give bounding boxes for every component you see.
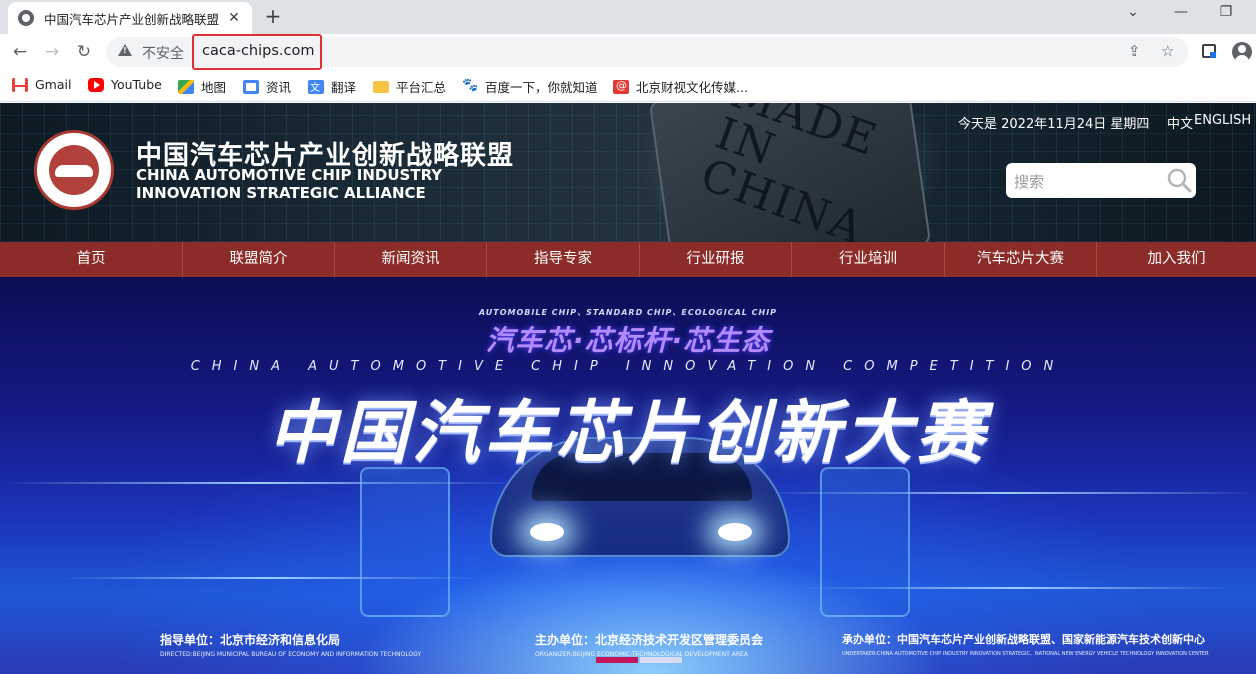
site-search-input[interactable]: 搜索 [1006, 163, 1196, 198]
chip-graphic: MADE IN CHINA [648, 103, 932, 242]
news-icon [243, 79, 259, 94]
tab-strip: 中国汽车芯片产业创新战略联盟 ✕ + ⌄ — ❐ [0, 0, 1256, 34]
organizer-cn: 主办单位：北京经济技术开发区管理委员会 [535, 633, 764, 647]
organizer: 主办单位：北京经济技术开发区管理委员会 ORGANIZER:BEIJING EC… [535, 631, 763, 658]
youtube-icon [88, 77, 104, 92]
date-text: 今天是 2022年11月24日 星期四 [958, 117, 1150, 132]
tech-tower-right [820, 467, 910, 617]
bookmark-folder[interactable]: 平台汇总 [373, 77, 446, 96]
site-header: MADE IN CHINA 中国汽车芯片产业创新战略联盟 CHINA AUTOM… [0, 103, 1256, 242]
profile-avatar-icon[interactable] [1232, 42, 1252, 62]
directed-cn: 指导单位：北京市经济和信息化局 [160, 633, 341, 647]
close-tab-icon[interactable]: ✕ [226, 10, 242, 26]
bookmark-gmail[interactable]: Gmail [12, 77, 71, 92]
baidu-icon [462, 78, 478, 94]
slogan-cn: 汽车芯·芯标杆·芯生态 [485, 324, 771, 357]
hero-banner[interactable]: AUTOMOBILE CHIP、STANDARD CHIP、ECOLOGICAL… [0, 277, 1256, 674]
bookmark-news[interactable]: 资讯 [243, 77, 291, 96]
competition-title-cn: 中国汽车芯片创新大赛 [267, 394, 988, 473]
search-icon[interactable] [1166, 167, 1192, 193]
undertaker: 承办单位：中国汽车芯片产业创新战略联盟、国家新能源汽车技术创新中心 UNDERT… [842, 631, 1209, 657]
url-text[interactable]: caca-chips.com [202, 43, 314, 59]
directed-en: DIRECTED:BEIJING MUNICIPAL BUREAU OF ECO… [160, 651, 422, 658]
headlight-right [718, 523, 752, 541]
beijing-media-icon [613, 79, 629, 94]
restore-button[interactable]: ❐ [1215, 4, 1237, 20]
share-icon[interactable]: ⇪ [1128, 42, 1141, 60]
nav-about[interactable]: 联盟简介 [183, 242, 335, 277]
bookmarks-bar: Gmail YouTube 地图 资讯 翻译 平台汇总 百度一下，你就知道 北京… [0, 70, 1256, 102]
globe-icon [18, 10, 34, 26]
bookmark-maps[interactable]: 地图 [178, 77, 226, 96]
nav-research[interactable]: 行业研报 [640, 242, 792, 277]
bookmark-baidu[interactable]: 百度一下，你就知道 [462, 77, 598, 96]
undertaker-cn: 承办单位：中国汽车芯片产业创新战略联盟、国家新能源汽车技术创新中心 [842, 633, 1205, 646]
bookmark-translate[interactable]: 翻译 [308, 77, 356, 96]
nav-home[interactable]: 首页 [0, 242, 183, 277]
warning-icon[interactable] [118, 44, 132, 56]
bookmark-beijing-media[interactable]: 北京财视文化传媒... [613, 77, 748, 96]
bookmark-label: 翻译 [331, 80, 357, 95]
carousel-dot-active[interactable] [596, 657, 638, 663]
bookmark-label: 地图 [201, 80, 227, 95]
reading-list-icon[interactable] [1202, 44, 1216, 58]
directed-by: 指导单位：北京市经济和信息化局 DIRECTED:BEIJING MUNICIP… [160, 631, 421, 658]
maps-icon [178, 79, 194, 94]
bookmark-label: YouTube [111, 77, 162, 92]
org-name-en: CHINA AUTOMOTIVE CHIP INDUSTRY INNOVATIO… [136, 166, 443, 202]
tab-search-chevron-icon[interactable]: ⌄ [1122, 4, 1144, 20]
bookmark-star-icon[interactable]: ☆ [1161, 42, 1174, 60]
browser-toolbar: ← → ↻ 不安全 caca-chips.com ⇪ ☆ [0, 34, 1256, 70]
folder-icon [373, 80, 389, 93]
new-tab-button[interactable]: + [262, 5, 284, 27]
bookmark-label: 百度一下，你就知道 [485, 80, 598, 95]
minimize-button[interactable]: — [1170, 4, 1192, 20]
slogan-en: AUTOMOBILE CHIP、STANDARD CHIP、ECOLOGICAL… [478, 308, 778, 317]
nav-news[interactable]: 新闻资讯 [335, 242, 487, 277]
bookmark-youtube[interactable]: YouTube [88, 77, 162, 92]
search-placeholder: 搜索 [1014, 173, 1045, 191]
translate-icon [308, 79, 324, 94]
reload-button[interactable]: ↻ [72, 40, 96, 64]
car-emblem-icon [49, 145, 99, 195]
nav-competition[interactable]: 汽车芯片大赛 [945, 242, 1097, 277]
chip-text: MADE IN CHINA [694, 103, 885, 242]
main-nav: 首页 联盟简介 新闻资讯 指导专家 行业研报 行业培训 汽车芯片大赛 加入我们 [0, 242, 1256, 277]
competition-title-en: CHINA AUTOMOTIVE CHIP INNOVATION COMPETI… [190, 359, 1066, 374]
nav-join[interactable]: 加入我们 [1097, 242, 1256, 277]
tab-title: 中国汽车芯片产业创新战略联盟 [44, 11, 220, 27]
nav-experts[interactable]: 指导专家 [487, 242, 640, 277]
carousel-dot[interactable] [640, 657, 682, 663]
lang-cn-link[interactable]: 中文 [1167, 113, 1193, 132]
bookmark-label: Gmail [35, 77, 72, 92]
nav-training[interactable]: 行业培训 [792, 242, 945, 277]
tech-tower-left [360, 467, 450, 617]
bookmark-label: 平台汇总 [396, 80, 447, 95]
alliance-logo[interactable] [34, 130, 114, 210]
security-label[interactable]: 不安全 [142, 43, 184, 63]
gmail-icon [12, 77, 28, 92]
undertaker-en: UNDERTAKER:CHINA AUTOMOTIVE CHIP INDUSTR… [842, 651, 1209, 657]
browser-tab[interactable]: 中国汽车芯片产业创新战略联盟 ✕ [8, 2, 252, 34]
address-bar[interactable]: 不安全 caca-chips.com ⇪ ☆ [106, 34, 1188, 70]
bookmark-label: 北京财视文化传媒... [636, 80, 748, 95]
forward-button[interactable]: → [40, 40, 64, 64]
bookmark-label: 资讯 [266, 80, 292, 95]
lang-en-link[interactable]: ENGLISH [1194, 113, 1251, 128]
back-button[interactable]: ← [8, 40, 32, 64]
headlight-left [530, 523, 564, 541]
